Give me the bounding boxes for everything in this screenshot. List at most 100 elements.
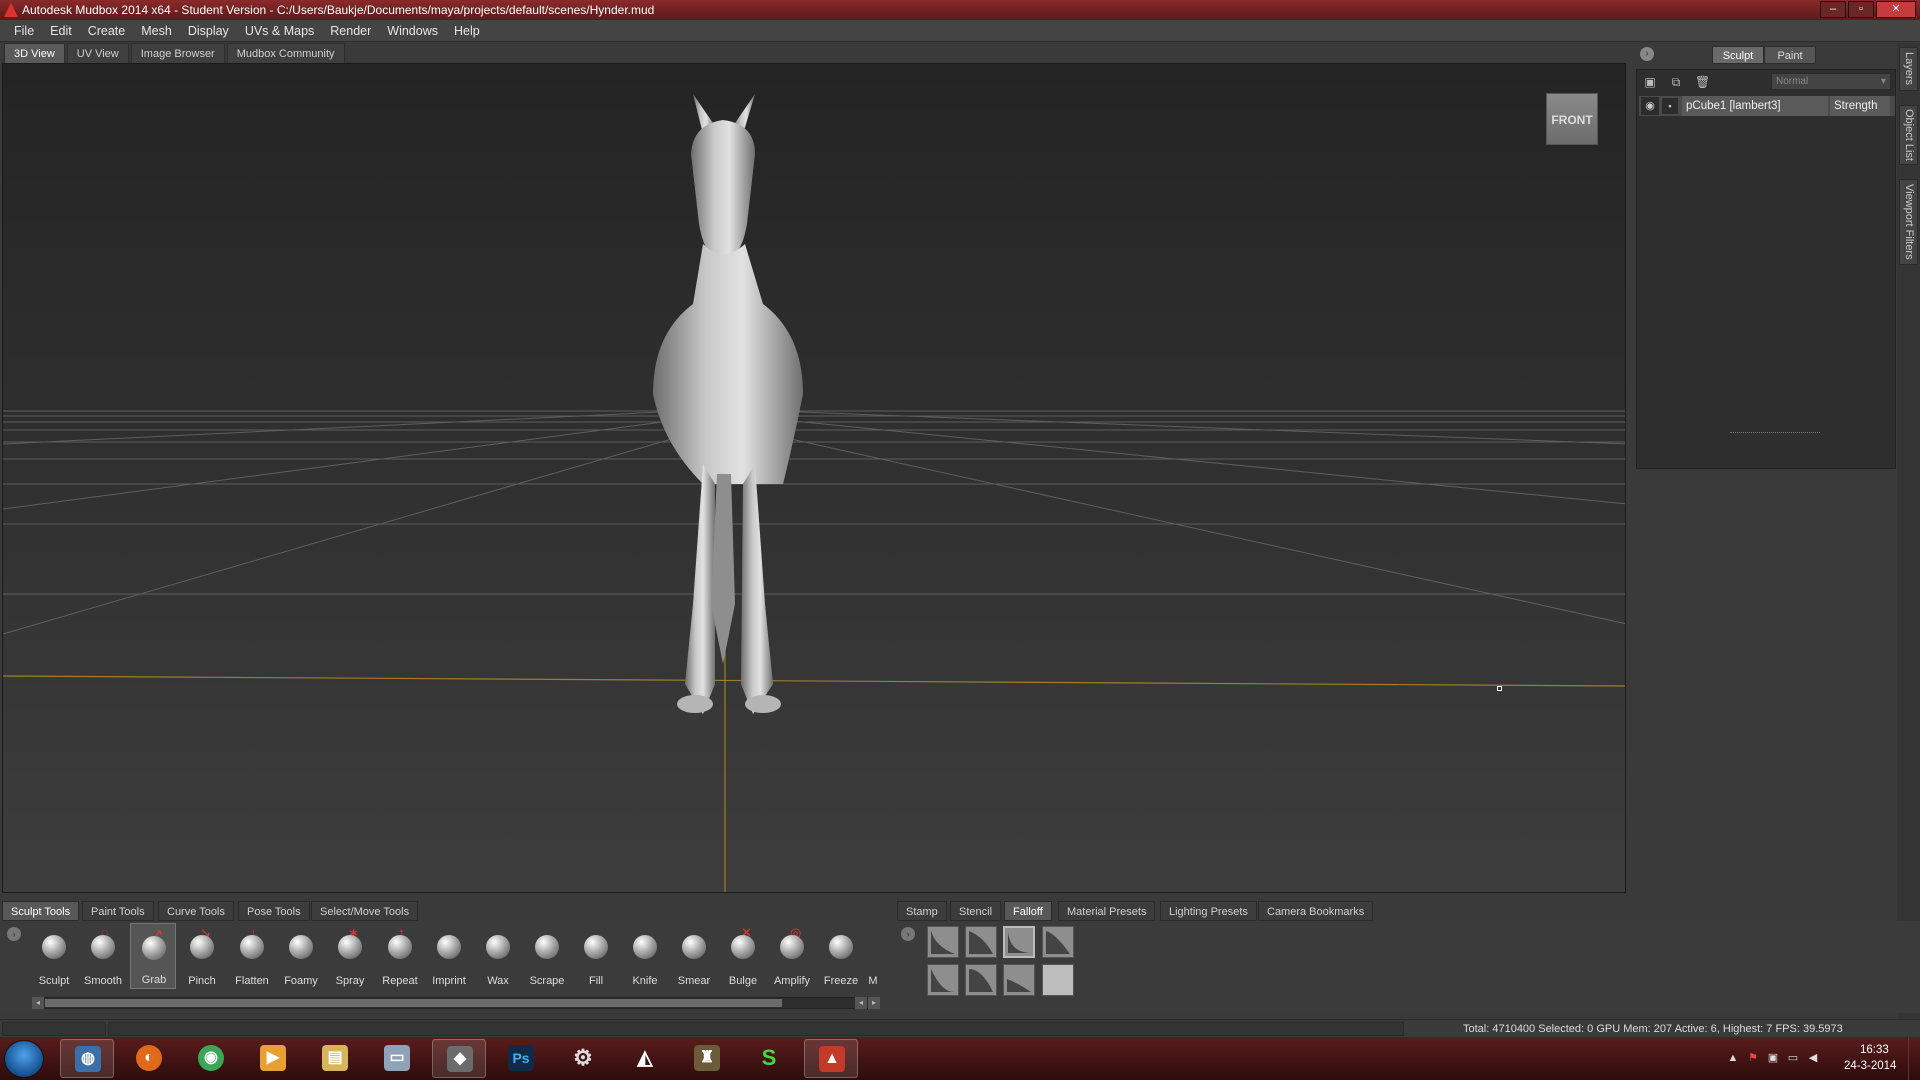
close-button[interactable]: ✕ xyxy=(1876,1,1916,18)
menu-windows[interactable]: Windows xyxy=(379,20,446,42)
tool-more[interactable]: M xyxy=(858,923,888,989)
taskbar-media-player[interactable]: ▶ xyxy=(246,1039,300,1078)
tool-flatten[interactable]: ↓ Flatten xyxy=(229,923,275,989)
scroll-right-icon[interactable]: ▸ xyxy=(868,997,880,1009)
sculpt-mode-button[interactable]: Sculpt xyxy=(1712,46,1764,64)
menu-create[interactable]: Create xyxy=(80,20,134,42)
tab-lighting-presets[interactable]: Lighting Presets xyxy=(1160,901,1257,921)
show-hidden-icons-icon[interactable]: ▲ xyxy=(1726,1052,1740,1065)
lock-icon[interactable]: ▪ xyxy=(1662,98,1678,114)
menu-render[interactable]: Render xyxy=(322,20,379,42)
falloff-preset-2[interactable] xyxy=(965,926,997,958)
tool-smooth[interactable]: ◌ Smooth xyxy=(80,923,126,989)
tab-camera-bookmarks[interactable]: Camera Bookmarks xyxy=(1258,901,1374,921)
volume-icon[interactable]: ◀ xyxy=(1806,1052,1820,1065)
side-tab-layers[interactable]: Layers xyxy=(1899,47,1918,91)
minimize-button[interactable]: – xyxy=(1820,1,1846,18)
tool-grab[interactable]: ↗ Grab xyxy=(130,923,176,989)
new-layer-icon[interactable]: ▣ xyxy=(1643,75,1657,89)
menu-uvs-maps[interactable]: UVs & Maps xyxy=(237,20,322,42)
tool-smear[interactable]: Smear xyxy=(671,923,717,989)
scrollbar-thumb[interactable] xyxy=(45,999,782,1007)
network-icon[interactable]: ▭ xyxy=(1786,1052,1800,1065)
device-icon[interactable]: ▣ xyxy=(1766,1052,1780,1065)
tool-imprint[interactable]: Imprint xyxy=(426,923,472,989)
falloff-preset-3[interactable] xyxy=(1003,926,1035,958)
tool-amplify[interactable]: ◎ Amplify xyxy=(769,923,815,989)
side-tab-object-list[interactable]: Object List xyxy=(1899,105,1918,165)
blend-mode-select[interactable]: Normal ▾ xyxy=(1771,73,1891,90)
taskbar-game[interactable]: ◆ xyxy=(432,1039,486,1078)
tool-scrape[interactable]: Scrape xyxy=(524,923,570,989)
menu-help[interactable]: Help xyxy=(446,20,488,42)
tab-paint-tools[interactable]: Paint Tools xyxy=(82,901,154,921)
tab-image-browser[interactable]: Image Browser xyxy=(130,43,225,63)
tab-select-move-tools[interactable]: Select/Move Tools xyxy=(311,901,419,921)
tool-bulge[interactable]: ✕ Bulge xyxy=(720,923,766,989)
start-button[interactable] xyxy=(4,1040,44,1078)
tool-wax[interactable]: Wax xyxy=(475,923,521,989)
tool-pinch[interactable]: ↘ Pinch xyxy=(179,923,225,989)
show-desktop-button[interactable] xyxy=(1908,1037,1920,1080)
tab-stamp[interactable]: Stamp xyxy=(897,901,947,921)
delete-layer-icon[interactable]: 🗑 xyxy=(1695,75,1710,89)
tray-expand-icon[interactable]: › xyxy=(7,927,21,941)
scroll-left-icon[interactable]: ◂ xyxy=(32,997,44,1009)
tool-fill[interactable]: Fill xyxy=(573,923,619,989)
layer-list: ▣ ⧉ 🗑 Normal ▾ ◉ ▪ pCube1 [lambert3] Str… xyxy=(1636,69,1896,469)
tab-curve-tools[interactable]: Curve Tools xyxy=(158,901,234,921)
clock-time[interactable]: 16:33 xyxy=(1860,1044,1889,1056)
view-cube[interactable]: FRONT xyxy=(1546,93,1598,145)
tool-foamy[interactable]: Foamy xyxy=(278,923,324,989)
duplicate-layer-icon[interactable]: ⧉ xyxy=(1669,75,1683,89)
tool-spray[interactable]: ∗ Spray xyxy=(327,923,373,989)
side-tab-viewport-filters[interactable]: Viewport Filters xyxy=(1899,179,1918,265)
menu-display[interactable]: Display xyxy=(180,20,237,42)
layer-row[interactable]: ◉ ▪ pCube1 [lambert3] Strength xyxy=(1639,96,1895,116)
menu-edit[interactable]: Edit xyxy=(42,20,80,42)
falloff-preset-1[interactable] xyxy=(927,926,959,958)
tab-mudbox-community[interactable]: Mudbox Community xyxy=(226,43,345,63)
taskbar-window[interactable]: ▭ xyxy=(370,1039,424,1078)
taskbar-chrome[interactable]: ◉ xyxy=(184,1039,238,1078)
layer-name[interactable]: pCube1 [lambert3] xyxy=(1682,96,1828,116)
tool-sculpt[interactable]: Sculpt xyxy=(31,923,77,989)
tab-pose-tools[interactable]: Pose Tools xyxy=(238,901,310,921)
tab-stencil[interactable]: Stencil xyxy=(950,901,1002,921)
tab-3d-view[interactable]: 3D View xyxy=(4,43,65,63)
3d-viewport[interactable]: FRONT xyxy=(2,63,1626,893)
scroll-left-icon-2[interactable]: ◂ xyxy=(855,997,867,1009)
clock-date[interactable]: 24-3-2014 xyxy=(1844,1060,1896,1072)
tab-uv-view[interactable]: UV View xyxy=(66,43,129,63)
paint-mode-button[interactable]: Paint xyxy=(1764,46,1816,64)
falloff-preset-8[interactable] xyxy=(1042,964,1074,996)
taskbar-unity[interactable]: ◭ xyxy=(618,1039,672,1078)
tool-knife[interactable]: Knife xyxy=(622,923,668,989)
layer-strength-header[interactable]: Strength xyxy=(1830,96,1890,116)
tab-material-presets[interactable]: Material Presets xyxy=(1058,901,1156,921)
action-center-icon[interactable]: ⚑ xyxy=(1746,1052,1760,1065)
falloff-preset-6[interactable] xyxy=(965,964,997,996)
taskbar-mudbox[interactable]: ▲ xyxy=(804,1039,858,1078)
tool-tray-scrollbar[interactable]: ◂ ◂ ▸ xyxy=(32,997,880,1009)
panel-resize-grip[interactable] xyxy=(1730,432,1820,435)
menu-file[interactable]: File xyxy=(6,20,42,42)
menu-mesh[interactable]: Mesh xyxy=(133,20,180,42)
taskbar-firefox[interactable]: ◐ xyxy=(122,1039,176,1078)
falloff-preset-5[interactable] xyxy=(927,964,959,996)
tab-sculpt-tools[interactable]: Sculpt Tools xyxy=(2,901,80,921)
taskbar-explorer[interactable]: ▤ xyxy=(308,1039,362,1078)
taskbar-settings[interactable]: ⚙ xyxy=(556,1039,610,1078)
visibility-eye-icon[interactable]: ◉ xyxy=(1641,97,1659,115)
falloff-preset-4[interactable] xyxy=(1042,926,1074,958)
tool-repeat[interactable]: ↕ Repeat xyxy=(377,923,423,989)
maximize-button[interactable]: ▫ xyxy=(1848,1,1874,18)
taskbar-globe[interactable]: ◍ xyxy=(60,1039,114,1078)
tab-falloff[interactable]: Falloff xyxy=(1004,901,1052,921)
falloff-expand-icon[interactable]: › xyxy=(901,927,915,941)
taskbar-app[interactable]: ♜ xyxy=(680,1039,734,1078)
taskbar-photoshop[interactable]: Ps xyxy=(494,1039,548,1078)
falloff-preset-7[interactable] xyxy=(1003,964,1035,996)
taskbar-sketchup[interactable]: S xyxy=(742,1039,796,1078)
collapse-panel-icon[interactable]: › xyxy=(1640,47,1654,61)
